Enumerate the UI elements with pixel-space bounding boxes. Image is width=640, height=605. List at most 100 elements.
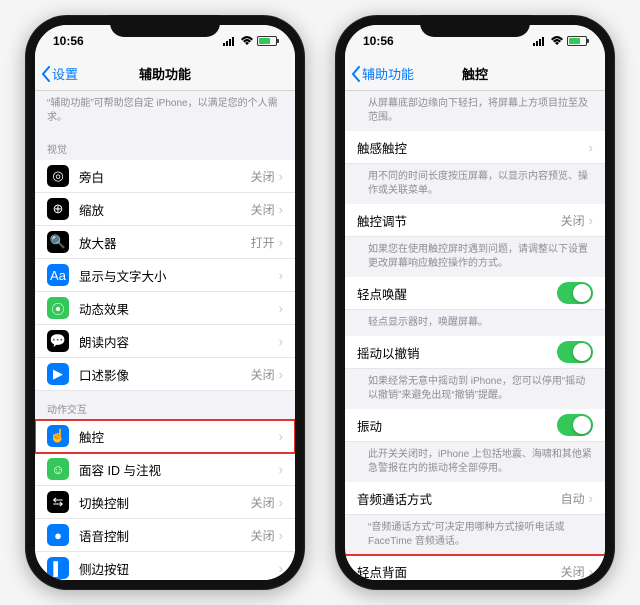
zoom-icon: ⊕ xyxy=(47,198,69,220)
shake-desc: 如果经常无意中摇动到 iPhone，您可以停用“摇动以撤销”来避免出现“撤销”提… xyxy=(356,369,605,409)
display-icon: Aa xyxy=(47,264,69,286)
battery-icon xyxy=(567,36,587,46)
chevron-left-icon xyxy=(41,66,51,82)
row-value: 关闭 xyxy=(561,563,585,580)
chevron-right-icon: › xyxy=(279,561,283,576)
phone-right: 10:56 辅助功能 触控 从屏幕底部边缘向下轻扫，将屏幕上方项目拉至及范围。 … xyxy=(335,15,615,590)
voicecontrol-icon: ● xyxy=(47,524,69,546)
row-value: 关闭 xyxy=(251,494,275,511)
row-haptic[interactable]: 触感触控 › xyxy=(345,131,605,164)
haptic-desc: 用不同的时间长度按压屏幕，以显示内容预览、操作或关联菜单。 xyxy=(356,164,605,204)
toggle-vibrate[interactable] xyxy=(557,414,593,436)
row-callaudio[interactable]: 音频通话方式 自动 › xyxy=(345,482,605,515)
row-value: 关闭 xyxy=(251,527,275,544)
row-backtap[interactable]: 轻点背面 关闭 › xyxy=(345,555,605,580)
signal-icon xyxy=(533,36,547,46)
notch xyxy=(420,15,530,37)
row-label: 触感触控 xyxy=(357,138,589,157)
row-switch[interactable]: ⇆ 切换控制 关闭 › xyxy=(35,486,295,519)
chevron-right-icon: › xyxy=(279,202,283,217)
row-label: 触控 xyxy=(79,427,279,446)
row-zoom[interactable]: ⊕ 缩放 关闭 › xyxy=(35,193,295,226)
switch-icon: ⇆ xyxy=(47,491,69,513)
row-value: 自动 xyxy=(561,490,585,507)
row-label: 旁白 xyxy=(79,167,251,186)
row-touch[interactable]: ☝ 触控 › xyxy=(35,420,295,453)
row-audiodesc[interactable]: ▶ 口述影像 关闭 › xyxy=(35,358,295,391)
row-label: 面容 ID 与注视 xyxy=(79,460,279,479)
row-label: 显示与文字大小 xyxy=(79,266,279,285)
chevron-right-icon: › xyxy=(279,462,283,477)
taptowake-desc: 轻点显示器时，唤醒屏幕。 xyxy=(356,310,605,336)
row-label: 触控调节 xyxy=(357,211,561,230)
back-label: 辅助功能 xyxy=(362,64,414,83)
row-label: 缩放 xyxy=(79,200,251,219)
row-shake[interactable]: 摇动以撤销 xyxy=(345,336,605,369)
row-label: 切换控制 xyxy=(79,493,251,512)
notch xyxy=(110,15,220,37)
phone-left: 10:56 设置 辅助功能 “辅助功能”可帮助您自定 iPhone，以满足您的个… xyxy=(25,15,305,590)
row-label: 轻点背面 xyxy=(357,562,561,581)
row-voiceover[interactable]: ◎ 旁白 关闭 › xyxy=(35,160,295,193)
chevron-right-icon: › xyxy=(279,169,283,184)
chevron-right-icon: › xyxy=(279,495,283,510)
chevron-right-icon: › xyxy=(589,491,593,506)
row-voice[interactable]: ● 语音控制 关闭 › xyxy=(35,519,295,552)
toggle-shake[interactable] xyxy=(557,341,593,363)
nav-bar: 设置 辅助功能 xyxy=(35,57,295,91)
row-label: 音频通话方式 xyxy=(357,489,561,508)
chevron-right-icon: › xyxy=(589,564,593,579)
back-button[interactable]: 设置 xyxy=(41,64,78,83)
section-motor: 动作交互 xyxy=(35,391,295,420)
row-value: 关闭 xyxy=(251,201,275,218)
nav-bar: 辅助功能 触控 xyxy=(345,57,605,91)
row-label: 朗读内容 xyxy=(79,332,279,351)
status-time: 10:56 xyxy=(363,34,394,48)
accom-desc: 如果您在使用触控屏时遇到问题，请调整以下设置更改屏幕响应触控操作的方式。 xyxy=(356,237,605,277)
row-label: 语音控制 xyxy=(79,526,251,545)
chevron-right-icon: › xyxy=(589,140,593,155)
row-sidebtn[interactable]: ▌ 侧边按钮 › xyxy=(35,552,295,580)
row-vibrate[interactable]: 振动 xyxy=(345,409,605,442)
content-left[interactable]: “辅助功能”可帮助您自定 iPhone，以满足您的个人需求。 视觉 ◎ 旁白 关… xyxy=(35,91,295,580)
chevron-right-icon: › xyxy=(279,268,283,283)
row-magnifier[interactable]: 🔍 放大器 打开 › xyxy=(35,226,295,259)
chevron-right-icon: › xyxy=(279,301,283,316)
chevron-right-icon: › xyxy=(279,367,283,382)
row-value: 关闭 xyxy=(561,212,585,229)
toggle-taptowake[interactable] xyxy=(557,282,593,304)
wifi-icon xyxy=(240,36,254,46)
motion-icon: ⦿ xyxy=(47,297,69,319)
row-label: 轻点唤醒 xyxy=(357,284,557,303)
row-value: 关闭 xyxy=(251,366,275,383)
intro-text: “辅助功能”可帮助您自定 iPhone，以满足您的个人需求。 xyxy=(35,91,295,131)
row-accommodations[interactable]: 触控调节 关闭 › xyxy=(345,204,605,237)
back-button[interactable]: 辅助功能 xyxy=(351,64,414,83)
touch-icon: ☝ xyxy=(47,425,69,447)
content-right[interactable]: 从屏幕底部边缘向下轻扫，将屏幕上方项目拉至及范围。 触感触控 › 用不同的时间长… xyxy=(345,91,605,580)
faceid-icon: ☺ xyxy=(47,458,69,480)
page-title: 辅助功能 xyxy=(139,64,191,83)
voiceover-icon: ◎ xyxy=(47,165,69,187)
row-label: 摇动以撤销 xyxy=(357,343,557,362)
row-label: 侧边按钮 xyxy=(79,559,279,578)
row-motion[interactable]: ⦿ 动态效果 › xyxy=(35,292,295,325)
row-faceid[interactable]: ☺ 面容 ID 与注视 › xyxy=(35,453,295,486)
callaudio-desc: “音频通话方式”可决定用哪种方式接听电话或 FaceTime 音频通话。 xyxy=(356,515,605,555)
chevron-right-icon: › xyxy=(279,429,283,444)
row-display[interactable]: Aa 显示与文字大小 › xyxy=(35,259,295,292)
row-label: 动态效果 xyxy=(79,299,279,318)
back-label: 设置 xyxy=(52,64,78,83)
row-spoken[interactable]: 💬 朗读内容 › xyxy=(35,325,295,358)
magnifier-icon: 🔍 xyxy=(47,231,69,253)
chevron-right-icon: › xyxy=(279,235,283,250)
screen-left: 10:56 设置 辅助功能 “辅助功能”可帮助您自定 iPhone，以满足您的个… xyxy=(35,25,295,580)
signal-icon xyxy=(223,36,237,46)
top-desc: 从屏幕底部边缘向下轻扫，将屏幕上方项目拉至及范围。 xyxy=(356,91,605,131)
row-taptowake[interactable]: 轻点唤醒 xyxy=(345,277,605,310)
section-vision: 视觉 xyxy=(35,131,295,160)
row-value: 关闭 xyxy=(251,168,275,185)
screen-right: 10:56 辅助功能 触控 从屏幕底部边缘向下轻扫，将屏幕上方项目拉至及范围。 … xyxy=(345,25,605,580)
page-title: 触控 xyxy=(462,64,488,83)
chevron-left-icon xyxy=(351,66,361,82)
